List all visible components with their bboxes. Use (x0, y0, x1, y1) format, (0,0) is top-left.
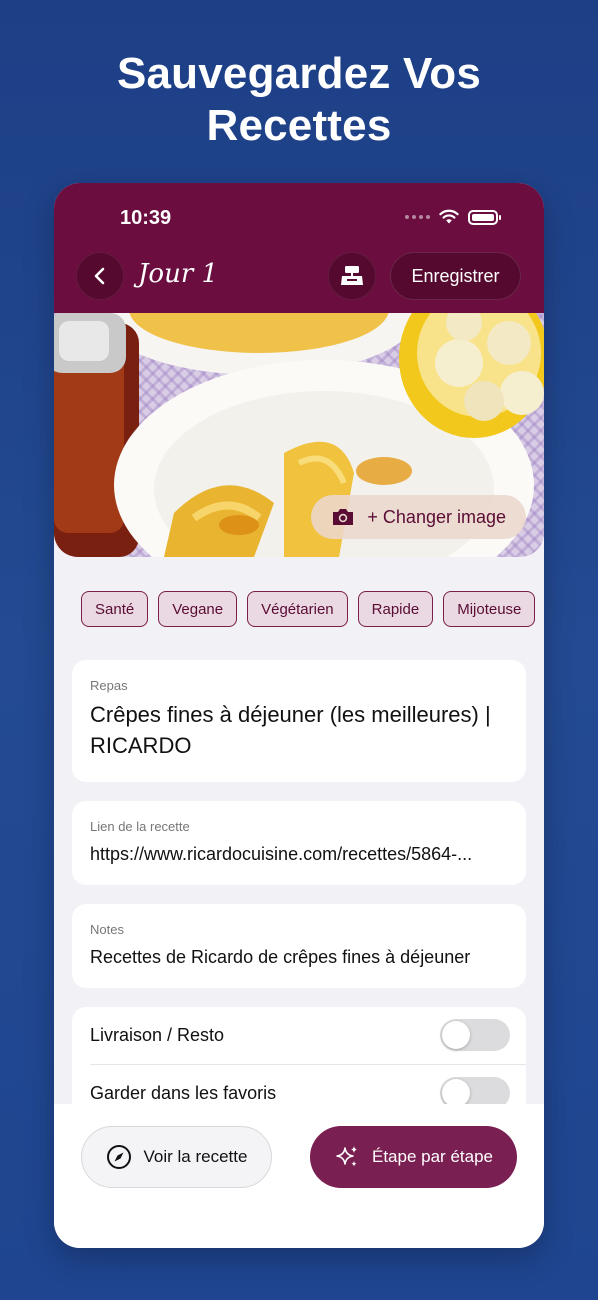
step-by-step-label: Étape par étape (372, 1147, 493, 1166)
favorites-label: Garder dans les favoris (90, 1083, 277, 1103)
meal-label: Repas (90, 678, 128, 693)
chevron-left-icon (94, 267, 105, 285)
view-recipe-button[interactable]: Voir la recette (81, 1126, 272, 1188)
headline-line-1: Sauvegardez Vos (116, 49, 482, 98)
notes-value[interactable]: Recettes de Ricardo de crêpes fines à dé… (90, 947, 508, 968)
sparkles-icon (336, 1146, 357, 1167)
meal-value[interactable]: Crêpes fines à déjeuner (les meilleures)… (90, 699, 508, 761)
battery-icon (468, 209, 501, 225)
tag-chip[interactable]: Santé (81, 591, 149, 627)
headline-line-2: Recettes (206, 101, 392, 150)
status-time: 10:39 (120, 207, 172, 229)
notes-label: Notes (90, 922, 124, 937)
status-icons (405, 209, 501, 225)
tag-list: Santé Vegane Végétarien Rapide Mijoteuse (81, 591, 544, 627)
tag-chip[interactable]: Rapide (357, 591, 434, 627)
wifi-icon (439, 209, 459, 224)
change-image-label: + Changer image (367, 506, 506, 527)
delivery-toggle[interactable] (440, 1019, 510, 1051)
signal-icon (405, 215, 430, 219)
delivery-label: Livraison / Resto (90, 1025, 225, 1045)
tag-chip[interactable]: Mijoteuse (443, 591, 536, 627)
compass-icon (106, 1145, 131, 1169)
recipe-image: + Changer image (54, 313, 544, 557)
page-headline: Sauvegardez Vos Recettes (0, 48, 598, 152)
save-button[interactable]: Enregistrer (390, 252, 521, 300)
tag-chip[interactable]: Végétarien (247, 591, 348, 627)
recipe-link-value[interactable]: https://www.ricardocuisine.com/recettes/… (90, 844, 508, 865)
step-by-step-button[interactable]: Étape par étape (310, 1126, 517, 1188)
cash-register-button[interactable] (328, 252, 376, 300)
recipe-link-field[interactable]: Lien de la recette https://www.ricardocu… (72, 801, 526, 885)
notes-field[interactable]: Notes Recettes de Ricardo de crêpes fine… (72, 904, 526, 988)
change-image-button[interactable]: + Changer image (311, 495, 526, 539)
day-title: Jour 1 (138, 259, 219, 289)
view-recipe-label: Voir la recette (143, 1147, 248, 1166)
app-header: 10:39 Jour 1 Enregistrer (54, 183, 544, 313)
tag-chip[interactable]: Vegane (158, 591, 238, 627)
recipe-link-label: Lien de la recette (90, 819, 190, 834)
back-button[interactable] (76, 252, 124, 300)
bottom-action-bar: Voir la recette Étape par étape (54, 1104, 544, 1248)
meal-field[interactable]: Repas Crêpes fines à déjeuner (les meill… (72, 660, 526, 782)
divider (90, 1064, 526, 1065)
phone-frame: 10:39 Jour 1 Enregistrer + Changer image… (54, 183, 544, 1248)
camera-icon (333, 509, 354, 525)
cash-register-icon (341, 266, 363, 285)
